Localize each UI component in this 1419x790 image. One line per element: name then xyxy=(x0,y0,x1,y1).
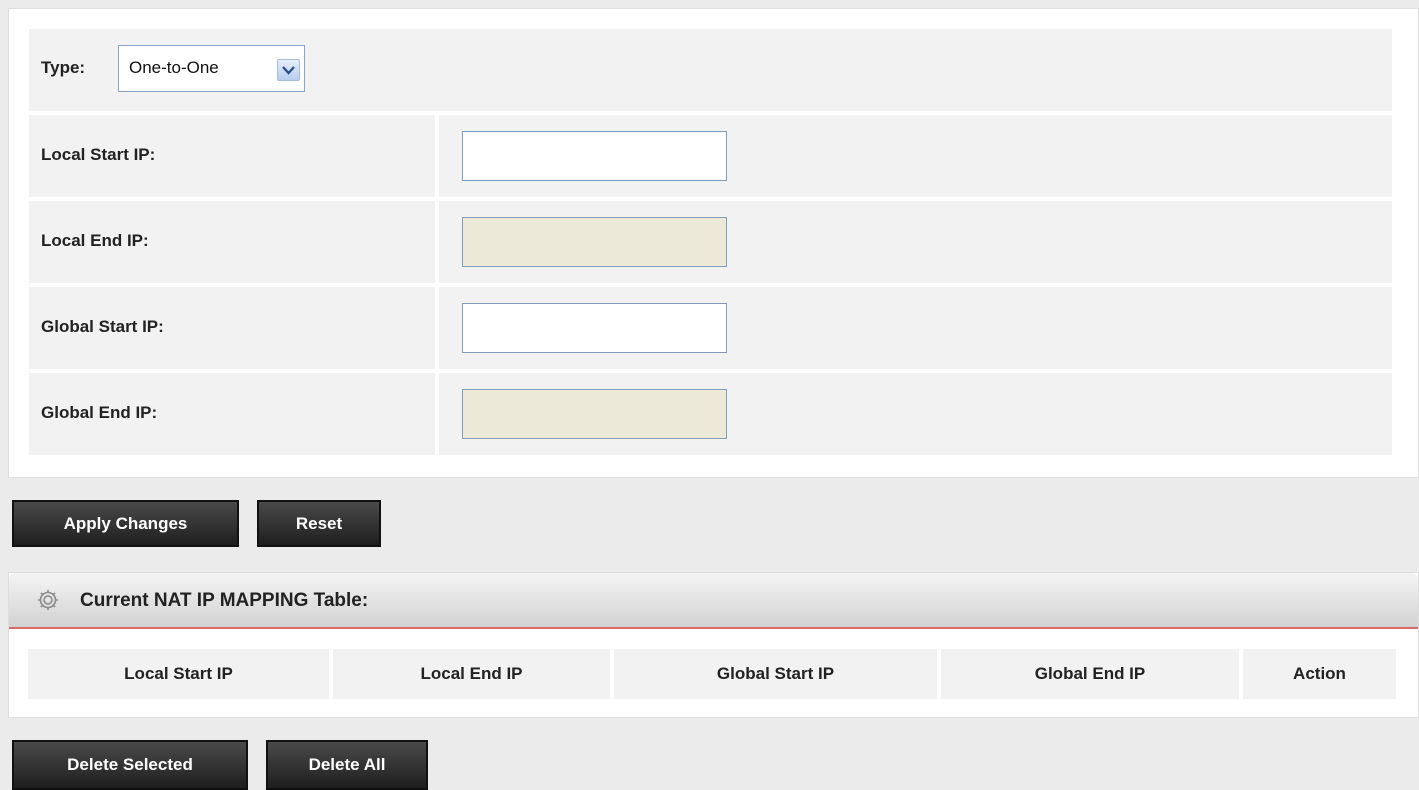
type-select[interactable]: One-to-One xyxy=(118,45,305,92)
local-end-ip-label-cell: Local End IP: xyxy=(29,201,435,283)
gear-icon xyxy=(38,590,58,610)
local-start-ip-label-cell: Local Start IP: xyxy=(29,115,435,197)
column-header-local-start-ip: Local Start IP xyxy=(28,649,329,699)
local-end-ip-label: Local End IP: xyxy=(41,231,149,250)
type-row: Type: One-to-One xyxy=(29,29,1392,111)
delete-selected-button[interactable]: Delete Selected xyxy=(12,740,248,790)
column-header-global-start-ip: Global Start IP xyxy=(614,649,937,699)
local-start-ip-label: Local Start IP: xyxy=(41,145,156,164)
local-start-ip-input[interactable] xyxy=(462,131,727,181)
local-end-ip-input-cell xyxy=(439,201,1392,283)
local-start-ip-input-cell xyxy=(439,115,1392,197)
apply-changes-button[interactable]: Apply Changes xyxy=(12,500,239,547)
table-title: Current NAT IP MAPPING Table: xyxy=(80,590,369,611)
reset-button[interactable]: Reset xyxy=(257,500,381,547)
global-end-ip-label: Global End IP: xyxy=(41,403,158,422)
delete-all-button[interactable]: Delete All xyxy=(266,740,428,790)
nat-mapping-table-panel: Current NAT IP MAPPING Table: Local Star… xyxy=(8,572,1419,718)
column-header-local-end-ip: Local End IP xyxy=(333,649,610,699)
table-header: Current NAT IP MAPPING Table: xyxy=(9,573,1418,629)
chevron-down-icon[interactable] xyxy=(277,59,300,81)
type-label: Type: xyxy=(41,58,86,77)
global-end-ip-label-cell: Global End IP: xyxy=(29,373,435,455)
global-end-ip-input xyxy=(462,389,727,439)
global-start-ip-label-cell: Global Start IP: xyxy=(29,287,435,369)
global-end-ip-row: Global End IP: xyxy=(29,373,1392,455)
local-end-ip-row: Local End IP: xyxy=(29,201,1392,283)
nat-mapping-form: Type: One-to-One Local Start IP: Local E… xyxy=(8,8,1419,478)
column-header-global-end-ip: Global End IP xyxy=(941,649,1239,699)
global-start-ip-input[interactable] xyxy=(462,303,727,353)
global-start-ip-row: Global Start IP: xyxy=(29,287,1392,369)
column-header-action: Action xyxy=(1243,649,1396,699)
local-end-ip-input xyxy=(462,217,727,267)
type-select-value: One-to-One xyxy=(129,58,219,77)
local-start-ip-row: Local Start IP: xyxy=(29,115,1392,197)
global-start-ip-input-cell xyxy=(439,287,1392,369)
global-end-ip-input-cell xyxy=(439,373,1392,455)
global-start-ip-label: Global Start IP: xyxy=(41,317,164,336)
